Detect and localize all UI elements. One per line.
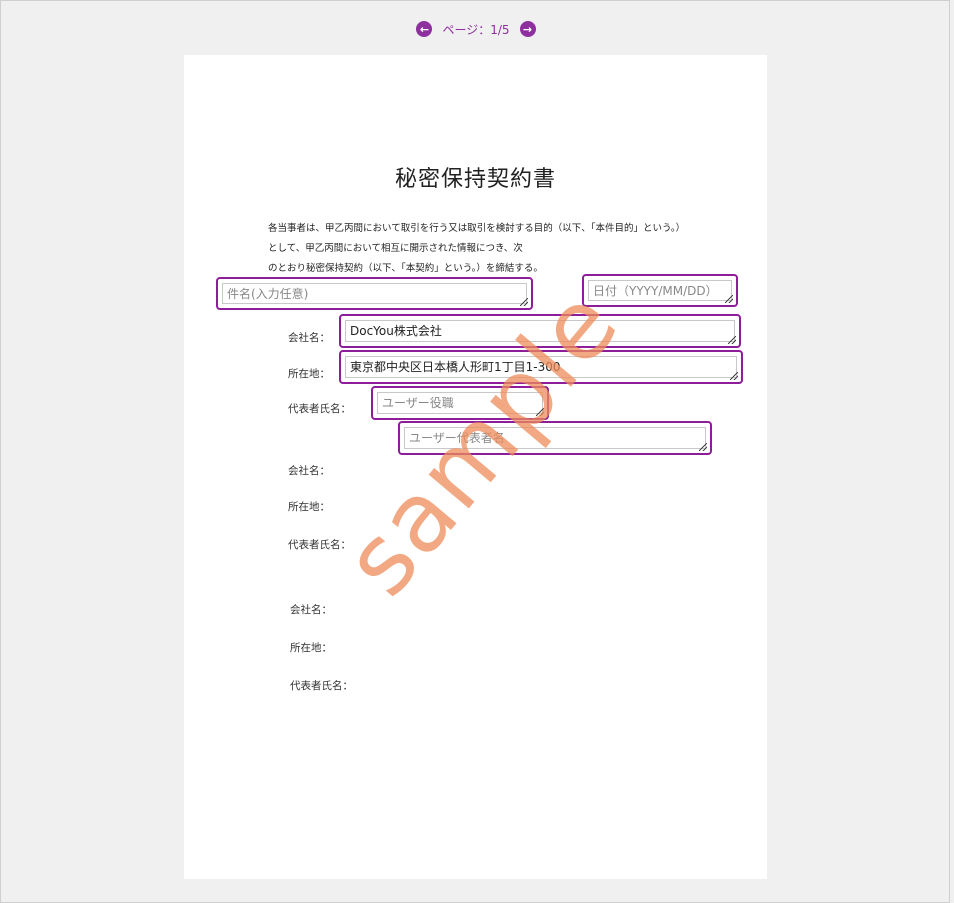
intro-text: 各当事者は、甲乙丙間において取引を行う又は取引を検討する目的（以下、「本件目的」… xyxy=(268,219,685,279)
arrow-right-circle-icon[interactable]: → xyxy=(519,21,536,37)
document-page: 秘密保持契約書 各当事者は、甲乙丙間において取引を行う又は取引を検討する目的（以… xyxy=(184,55,767,879)
representative-label-2: 代表者氏名： xyxy=(288,539,351,551)
company-input[interactable]: DocYou株式会社 xyxy=(345,320,735,342)
viewer-frame: ← ページ：1/5 → 秘密保持契約書 各当事者は、甲乙丙間において取引を行う又… xyxy=(0,0,950,903)
rep-name-input[interactable]: ユーザー代表者名 xyxy=(404,427,706,449)
address-label-2: 所在地： xyxy=(288,501,330,513)
date-field-frame: 日付（YYYY/MM/DD） xyxy=(582,274,738,307)
address-label-3: 所在地： xyxy=(290,642,332,654)
document-title: 秘密保持契約書 xyxy=(394,167,556,192)
date-input[interactable]: 日付（YYYY/MM/DD） xyxy=(588,280,732,301)
address-label-1: 所在地： xyxy=(288,368,330,380)
page-navigator: ← ページ：1/5 → xyxy=(1,19,951,39)
representative-label-3: 代表者氏名： xyxy=(290,680,353,692)
resize-handle-icon[interactable] xyxy=(730,372,738,380)
role-field-frame: ユーザー役職 xyxy=(371,386,549,420)
subject-input[interactable]: 件名(入力任意) xyxy=(222,283,527,304)
resize-handle-icon[interactable] xyxy=(725,295,733,303)
address-field-frame: 東京都中央区日本橋人形町1丁目1-300 xyxy=(339,350,743,384)
company-field-frame: DocYou株式会社 xyxy=(339,314,741,348)
company-label-1: 会社名： xyxy=(288,332,330,344)
rep-name-field-frame: ユーザー代表者名 xyxy=(398,421,712,455)
address-input[interactable]: 東京都中央区日本橋人形町1丁目1-300 xyxy=(345,356,737,378)
company-label-2: 会社名： xyxy=(288,465,330,477)
intro-line: として、甲乙丙間において相互に開示された情報につき、次 xyxy=(268,243,523,254)
company-label-3: 会社名： xyxy=(290,604,332,616)
resize-handle-icon[interactable] xyxy=(520,298,528,306)
intro-line: 各当事者は、甲乙丙間において取引を行う又は取引を検討する目的（以下、「本件目的」… xyxy=(268,223,686,234)
resize-handle-icon[interactable] xyxy=(699,443,707,451)
resize-handle-icon[interactable] xyxy=(728,336,736,344)
role-input[interactable]: ユーザー役職 xyxy=(377,392,543,414)
resize-handle-icon[interactable] xyxy=(536,408,544,416)
arrow-left-circle-icon[interactable]: ← xyxy=(416,21,433,37)
page-indicator: ページ：1/5 xyxy=(442,22,510,37)
representative-label-1: 代表者氏名： xyxy=(288,403,351,415)
subject-field-frame: 件名(入力任意) xyxy=(216,277,533,310)
